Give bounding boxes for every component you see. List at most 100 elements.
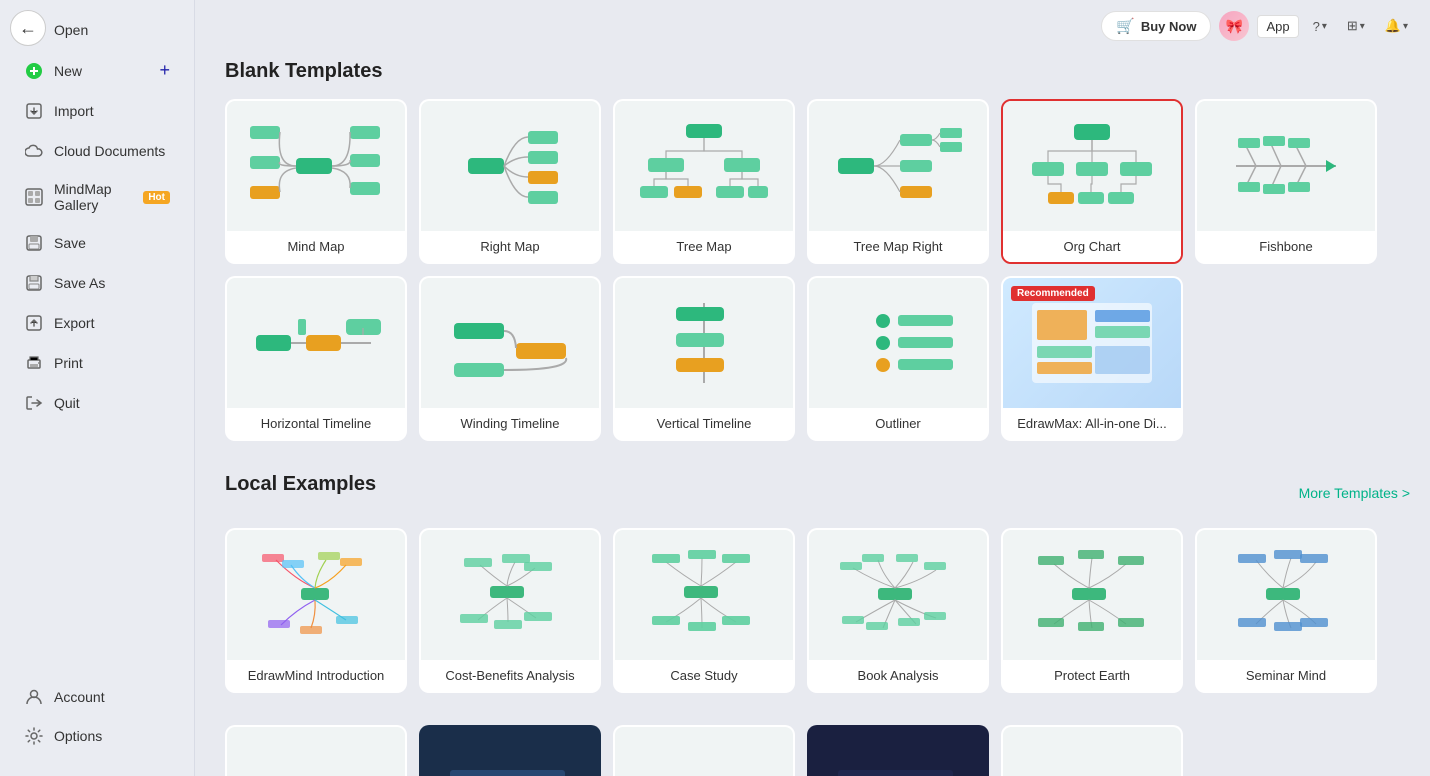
avatar[interactable]: 🎀 [1219, 11, 1249, 41]
template-card-edrawmind-intro[interactable]: EdrawMind Introduction [225, 528, 407, 693]
sidebar-item-gallery[interactable]: MindMap Gallery Hot [6, 172, 188, 222]
sidebar-item-quit[interactable]: Quit [6, 384, 188, 422]
template-card-image-outliner [809, 278, 987, 408]
sidebar-item-label: Print [54, 355, 83, 371]
template-card-label-cost-benefits: Cost-Benefits Analysis [421, 660, 599, 691]
template-card-image-horizontal-timeline [227, 278, 405, 408]
help-button[interactable]: ? ▾ [1307, 15, 1333, 38]
template-card-label-edrawmind-intro: EdrawMind Introduction [227, 660, 405, 691]
sidebar-item-save-as[interactable]: Save As [6, 264, 188, 302]
template-card-fishbone[interactable]: Fishbone [1195, 99, 1377, 264]
template-card-org-chart[interactable]: Org Chart [1001, 99, 1183, 264]
template-card-book-analysis[interactable]: Book Analysis [807, 528, 989, 693]
template-card-label-tree-map-right: Tree Map Right [809, 231, 987, 262]
template-card-vertical-timeline[interactable]: Vertical Timeline [613, 276, 795, 441]
template-card-image-extra-2 [421, 727, 599, 776]
sidebar-item-label: Import [54, 103, 94, 119]
sidebar-item-label: Cloud Documents [54, 143, 165, 159]
hot-badge: Hot [143, 191, 170, 204]
template-card-image-cost-benefits [421, 530, 599, 660]
grid-button[interactable]: ⊞ ▾ [1341, 14, 1371, 38]
blank-templates-title: Blank Templates [225, 60, 1410, 83]
template-card-label-mind-map: Mind Map [227, 231, 405, 262]
print-icon [24, 353, 44, 373]
template-card-right-map[interactable]: Right Map [419, 99, 601, 264]
help-icon: ? [1313, 19, 1320, 34]
options-icon [24, 726, 44, 746]
template-card-horizontal-timeline[interactable]: Horizontal Timeline [225, 276, 407, 441]
template-card-mind-map[interactable]: Mind Map [225, 99, 407, 264]
template-card-image-extra-1 [227, 727, 405, 776]
sidebar-item-export[interactable]: Export [6, 304, 188, 342]
template-card-extra-3[interactable] [613, 725, 795, 776]
template-card-label-book-analysis: Book Analysis [809, 660, 987, 691]
template-card-image-tree-map-right [809, 101, 987, 231]
recommended-badge: Recommended [1011, 286, 1095, 301]
template-card-extra-4[interactable] [807, 725, 989, 776]
template-card-tree-map-right[interactable]: Tree Map Right [807, 99, 989, 264]
template-card-protect-earth[interactable]: Protect Earth [1001, 528, 1183, 693]
sidebar-item-label: MindMap Gallery [54, 181, 129, 213]
local-examples-header: Local Examples More Templates > [225, 473, 1410, 512]
save-as-icon [24, 273, 44, 293]
template-card-image-mind-map [227, 101, 405, 231]
template-card-label-outliner: Outliner [809, 408, 987, 439]
template-card-image-extra-5 [1003, 727, 1181, 776]
grid-chevron: ▾ [1360, 21, 1365, 32]
buy-now-button[interactable]: 🛒 Buy Now [1101, 11, 1211, 41]
template-card-label-tree-map: Tree Map [615, 231, 793, 262]
template-card-case-study[interactable]: Case Study [613, 528, 795, 693]
cloud-icon [24, 141, 44, 161]
sidebar-item-new[interactable]: New + [6, 51, 188, 90]
template-card-label-horizontal-timeline: Horizontal Timeline [227, 408, 405, 439]
back-button[interactable]: ← [10, 10, 46, 46]
export-icon [24, 313, 44, 333]
sidebar-item-label: Options [54, 728, 102, 744]
notification-icon: 🔔 [1385, 18, 1401, 34]
local-examples-section: Local Examples More Templates > [225, 473, 1410, 776]
blank-templates-section: Blank Templates [225, 60, 1410, 441]
template-card-cost-benefits[interactable]: Cost-Benefits Analysis [419, 528, 601, 693]
notification-button[interactable]: 🔔 ▾ [1379, 14, 1414, 38]
save-icon [24, 233, 44, 253]
sidebar-item-label: Export [54, 315, 94, 331]
template-card-edrawmax[interactable]: Recommended EdrawMax: All-in-one Di... [1001, 276, 1183, 441]
template-card-tree-map[interactable]: Tree Map [613, 99, 795, 264]
local-examples-grid: EdrawMind Introduction [225, 528, 1410, 693]
template-card-extra-5[interactable] [1001, 725, 1183, 776]
template-card-outliner[interactable]: Outliner [807, 276, 989, 441]
new-icon [24, 61, 44, 81]
more-templates-link[interactable]: More Templates > [1299, 485, 1410, 501]
template-card-image-org-chart [1003, 101, 1181, 231]
template-card-label-protect-earth: Protect Earth [1003, 660, 1181, 691]
sidebar: Open New + Import Cloud Documents MindMa… [0, 0, 195, 776]
template-card-image-protect-earth [1003, 530, 1181, 660]
sidebar-item-cloud[interactable]: Cloud Documents [6, 132, 188, 170]
sidebar-item-account[interactable]: Account [6, 678, 188, 716]
sidebar-item-label: New [54, 63, 82, 79]
app-label[interactable]: App [1257, 15, 1298, 38]
template-card-label-vertical-timeline: Vertical Timeline [615, 408, 793, 439]
template-card-label-fishbone: Fishbone [1197, 231, 1375, 262]
template-card-label-right-map: Right Map [421, 231, 599, 262]
sidebar-item-print[interactable]: Print [6, 344, 188, 382]
local-examples-title: Local Examples [225, 473, 376, 496]
sidebar-item-options[interactable]: Options [6, 717, 188, 755]
grid-icon: ⊞ [1347, 18, 1358, 34]
template-card-winding-timeline[interactable]: Winding Timeline [419, 276, 601, 441]
template-card-label-case-study: Case Study [615, 660, 793, 691]
quit-icon [24, 393, 44, 413]
sidebar-item-save[interactable]: Save [6, 224, 188, 262]
template-card-label-seminar-mind: Seminar Mind [1197, 660, 1375, 691]
account-icon [24, 687, 44, 707]
template-card-image-right-map [421, 101, 599, 231]
sidebar-item-label: Save As [54, 275, 105, 291]
template-card-extra-2[interactable] [419, 725, 601, 776]
template-card-image-vertical-timeline [615, 278, 793, 408]
template-card-image-extra-4 [809, 727, 987, 776]
sidebar-item-import[interactable]: Import [6, 92, 188, 130]
template-card-image-winding-timeline [421, 278, 599, 408]
template-card-seminar-mind[interactable]: Seminar Mind [1195, 528, 1377, 693]
template-card-extra-1[interactable] [225, 725, 407, 776]
template-card-image-tree-map [615, 101, 793, 231]
